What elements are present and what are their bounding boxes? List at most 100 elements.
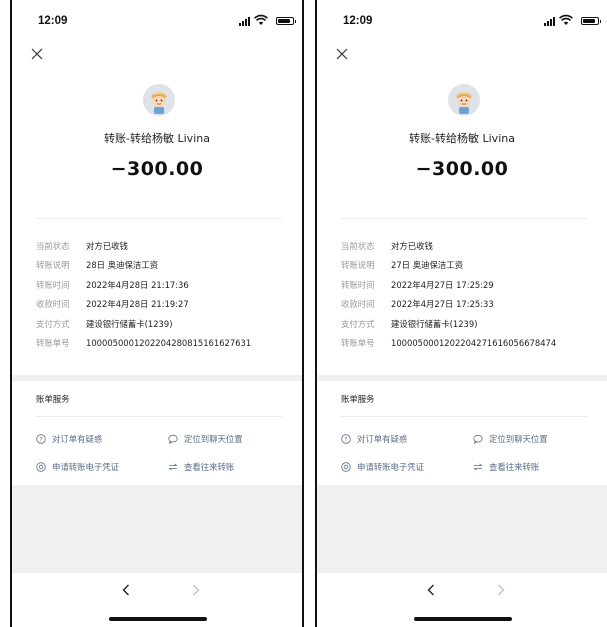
detail-value: 对方已收钱 [391,240,433,251]
home-indicator[interactable] [414,617,512,621]
question-circle-icon: ? [341,434,351,444]
detail-value: 27日 奥迪保洁工资 [391,260,463,271]
request-receipt-label: 申请转账电子凭证 [357,462,424,472]
detail-label: 当前状态 [341,240,375,251]
transfer-title: 转账-转给杨敏 Livina [104,132,210,145]
detail-label: 支付方式 [36,318,70,329]
detail-value: 2022年4月27日 17:25:29 [391,279,494,290]
chevron-right-icon[interactable] [190,583,202,597]
detail-value: 2022年4月27日 17:25:33 [391,299,494,310]
detail-value: 建设银行储蓄卡(1239) [86,318,173,329]
locate-chat-link[interactable]: 定位到聊天位置 [473,433,548,445]
detail-value: 建设银行储蓄卡(1239) [391,318,478,329]
transfer-history-link[interactable]: 查看往来转账 [168,461,234,473]
transfer-details: 当前状态 对方已收钱转账说明 28日 奥迪保洁工资转账时间 2022年4月28日 21… [36,236,296,353]
chat-bubble-icon [168,434,178,444]
request-receipt-link[interactable]: 申请转账电子凭证 [36,461,119,473]
svg-text:?: ? [39,436,42,443]
detail-label: 转账时间 [36,279,70,290]
detail-label: 当前状态 [36,240,70,251]
receipt-circle-icon [341,462,351,472]
transfer-history-label: 查看往来转账 [489,462,540,472]
detail-value: 2022年4月28日 21:19:27 [86,299,189,310]
locate-chat-label: 定位到聊天位置 [184,434,243,444]
transfer-title: 转账-转给杨敏 Livina [409,132,515,145]
chat-bubble-icon [473,434,483,444]
detail-label: 转账说明 [36,260,70,271]
detail-row: 支付方式 建设银行储蓄卡(1239) [341,314,601,334]
detail-label: 转账时间 [341,279,375,290]
detail-row: 转账说明 27日 奥迪保洁工资 [341,256,601,276]
detail-label: 收款时间 [341,299,375,310]
detail-value: 2022年4月28日 21:17:36 [86,279,189,290]
avatar [143,84,175,116]
cellular-signal-icon [239,17,250,26]
transfer-arrows-icon [473,462,483,472]
avatar [448,84,480,116]
section-separator [317,375,607,381]
svg-text:?: ? [344,436,347,443]
battery-icon [581,17,601,25]
detail-label: 转账单号 [341,338,375,349]
divider [341,218,587,219]
bottom-navigation [12,573,302,627]
transfer-arrows-icon [168,462,178,472]
question-circle-icon: ? [36,434,46,444]
detail-label: 收款时间 [36,299,70,310]
detail-row: 转账时间 2022年4月28日 21:17:36 [36,275,296,295]
transfer-history-label: 查看往来转账 [184,462,235,472]
divider [341,416,587,417]
close-icon[interactable] [335,47,349,61]
status-bar: 12:09 [317,0,607,34]
section-separator [12,375,302,381]
wifi-icon [254,14,268,25]
detail-row: 转账单号 1000050001202204280815161627631 [36,334,296,354]
chevron-left-icon[interactable] [425,583,437,597]
status-bar: 12:09 [12,0,302,34]
divider [36,218,282,219]
detail-label: 转账说明 [341,260,375,271]
cellular-signal-icon [544,17,555,26]
detail-row: 转账单号 1000050001202204271616056678474 [341,334,601,354]
transfer-amount: −300.00 [415,158,509,180]
wifi-icon [559,14,573,25]
query-order-link[interactable]: ? 对订单有疑惑 [341,433,407,445]
locate-chat-label: 定位到聊天位置 [489,434,548,444]
avatar-cartoon-icon [448,84,480,116]
detail-row: 收款时间 2022年4月27日 17:25:33 [341,295,601,315]
query-order-label: 对订单有疑惑 [52,434,103,444]
request-receipt-label: 申请转账电子凭证 [52,462,119,472]
query-order-label: 对订单有疑惑 [357,434,408,444]
home-indicator[interactable] [109,617,207,621]
empty-area [12,485,302,573]
bottom-navigation [317,573,607,627]
detail-value: 28日 奥迪保洁工资 [86,260,158,271]
avatar-cartoon-icon [143,84,175,116]
detail-label: 支付方式 [341,318,375,329]
services-title: 账单服务 [36,394,70,404]
phone-screen: 12:09 转账-转给杨敏 Livina −300.00 当前状态 对方已收钱 … [315,0,607,627]
battery-icon [276,17,296,25]
status-time: 12:09 [343,15,373,27]
query-order-link[interactable]: ? 对订单有疑惑 [36,433,102,445]
detail-row: 转账时间 2022年4月27日 17:25:29 [341,275,601,295]
transfer-history-link[interactable]: 查看往来转账 [473,461,539,473]
detail-row: 转账说明 28日 奥迪保洁工资 [36,256,296,276]
close-icon[interactable] [30,47,44,61]
chevron-right-icon[interactable] [495,583,507,597]
locate-chat-link[interactable]: 定位到聊天位置 [168,433,243,445]
phone-screen: 12:09 转账-转给杨敏 Livina −300.00 当前状态 对方已收钱 … [10,0,304,627]
services-title: 账单服务 [341,394,375,404]
receipt-circle-icon [36,462,46,472]
detail-row: 当前状态 对方已收钱 [36,236,296,256]
chevron-left-icon[interactable] [120,583,132,597]
empty-area [317,485,607,573]
detail-label: 转账单号 [36,338,70,349]
screenshot-stage: 12:09 转账-转给杨敏 Livina −300.00 当前状态 对方已收钱 … [0,0,607,627]
transfer-details: 当前状态 对方已收钱转账说明 27日 奥迪保洁工资转账时间 2022年4月27日 17… [341,236,601,353]
transfer-amount: −300.00 [110,158,204,180]
detail-value: 1000050001202204280815161627631 [86,338,252,349]
request-receipt-link[interactable]: 申请转账电子凭证 [341,461,424,473]
detail-row: 收款时间 2022年4月28日 21:19:27 [36,295,296,315]
detail-row: 当前状态 对方已收钱 [341,236,601,256]
